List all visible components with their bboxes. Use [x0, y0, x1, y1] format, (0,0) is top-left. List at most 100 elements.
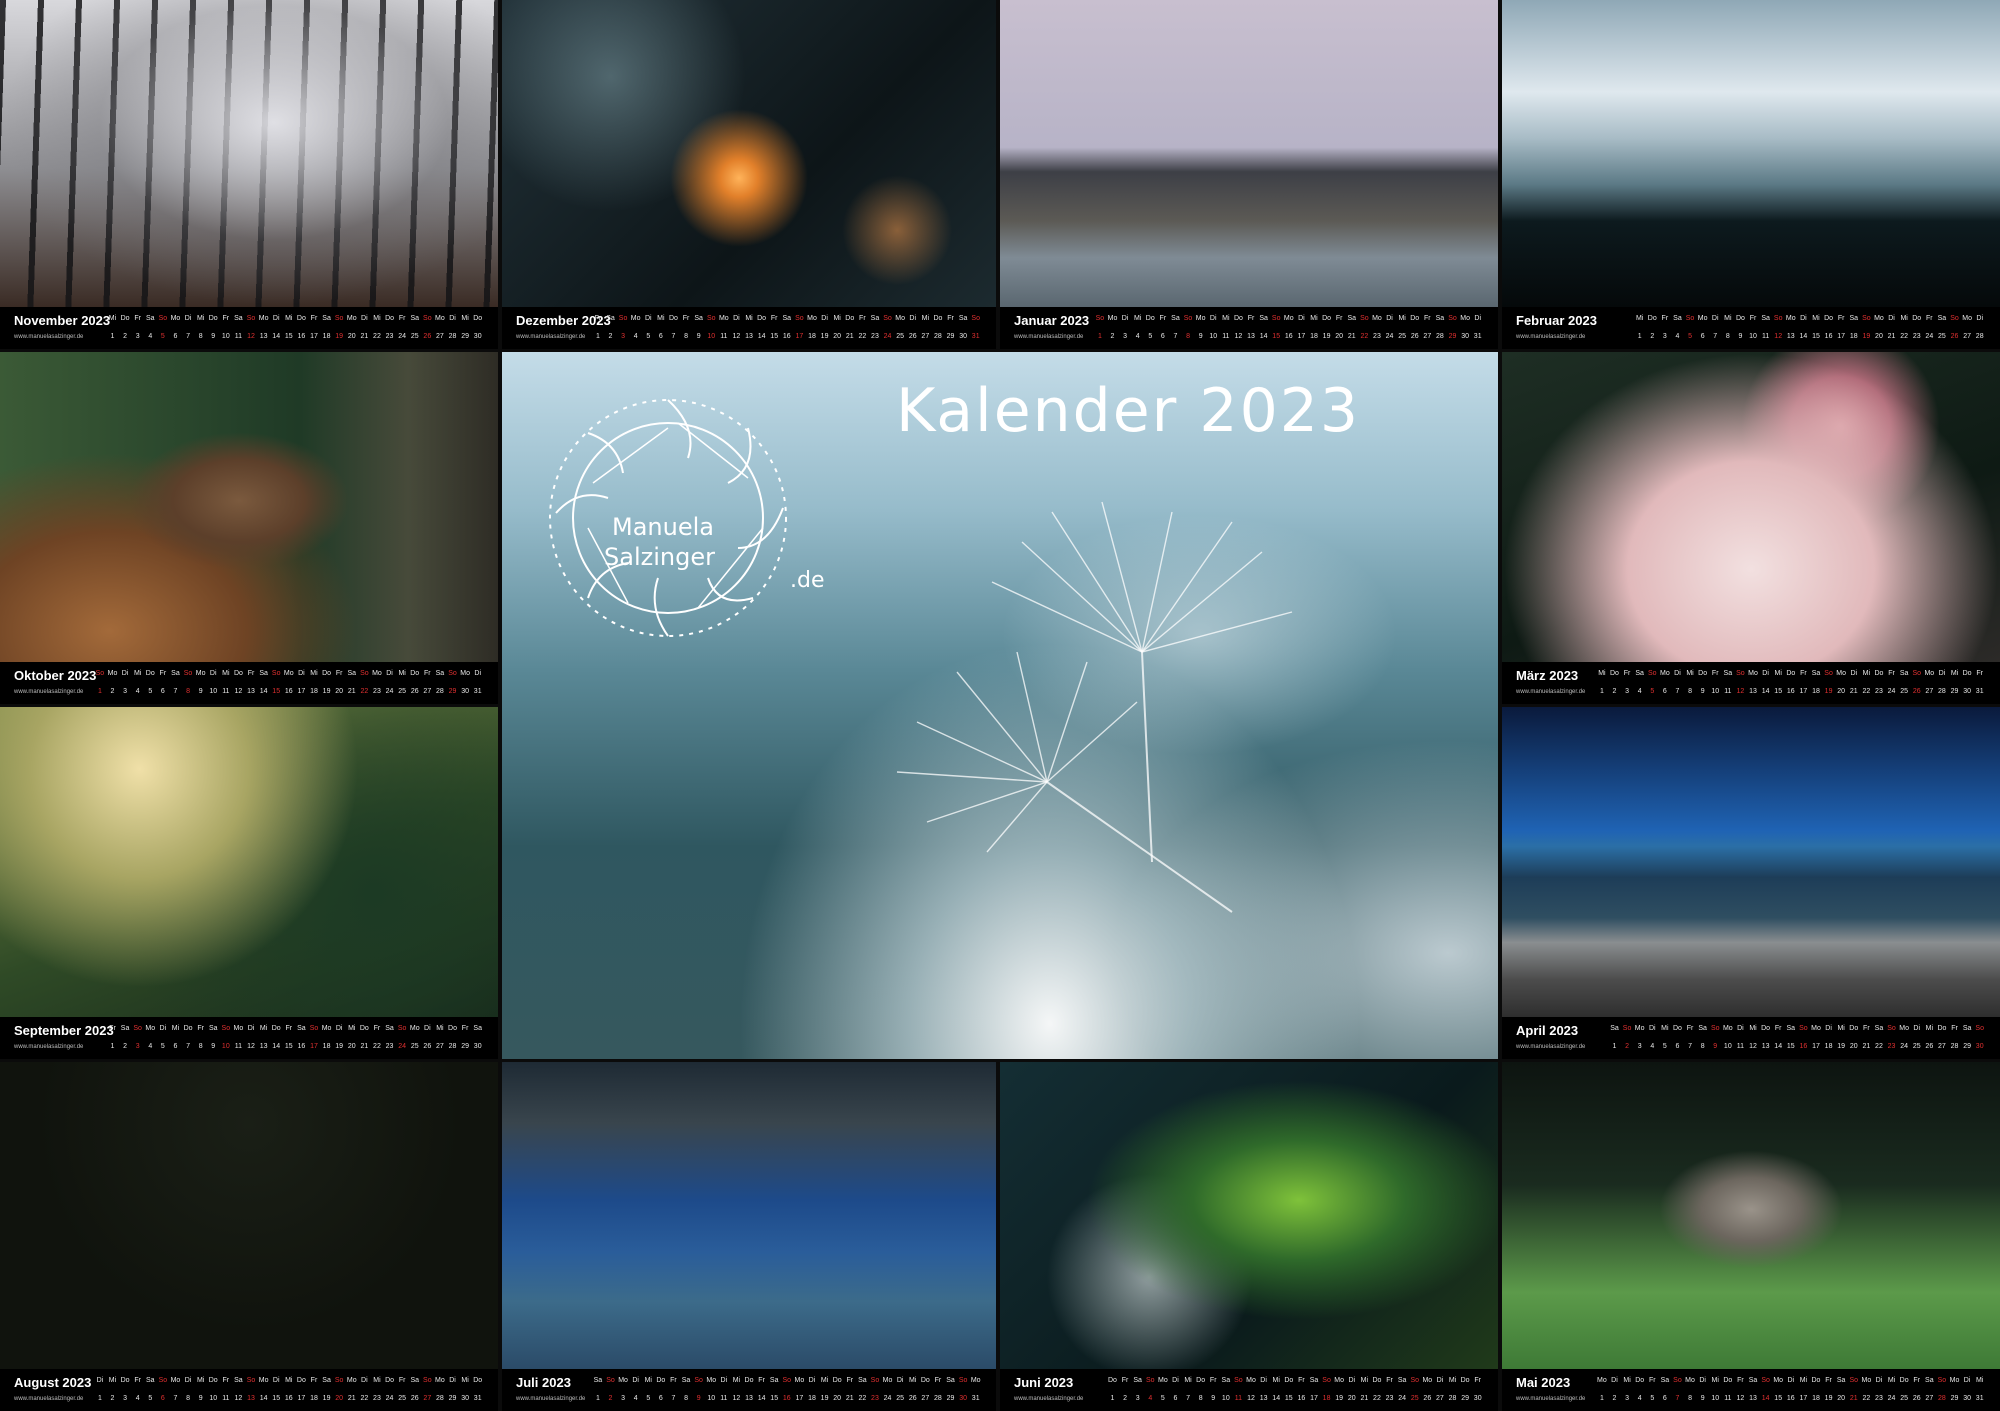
poplar-trees-photo [1000, 0, 1498, 307]
day-grid: Sa So Mo Di Mi Do Fr Sa So Mo Di Mi Do Fr Sa So Mo Di Mi Do… [592, 1376, 982, 1404]
weekday-label: Mo [283, 670, 294, 677]
day-number: 7 [1173, 333, 1178, 340]
month-tile-november: November 2023 www.manuelasalzinger.de Mi… [0, 0, 498, 349]
weekday-label: Mi [1133, 315, 1142, 322]
month-name: Februar 2023 [1516, 313, 1597, 328]
deer-photo [0, 352, 498, 662]
day-number: 20 [335, 1395, 344, 1402]
day-number: 28 [436, 1395, 444, 1402]
weekday-label: So [1234, 1377, 1243, 1384]
day-number: 14 [1259, 333, 1268, 340]
weekday-label: Do [832, 1377, 842, 1384]
day-number: 24 [398, 1043, 407, 1050]
day-number: 25 [1912, 1043, 1921, 1050]
weekday-label: So [1773, 315, 1783, 322]
weekday-label: Mo [718, 315, 729, 322]
day-number: 17 [795, 333, 804, 340]
day-number: 24 [883, 1395, 892, 1402]
day-grid: Mi Do Fr Sa So Mo Di Mi Do Fr Sa So Mo Di Mi Do Fr Sa So Mo… [1596, 669, 1986, 697]
day-number: 30 [1975, 1043, 1984, 1050]
weekday-label: Do [1698, 670, 1708, 677]
weekday-label: Sa [782, 315, 792, 322]
weekday-label: Fr [285, 1025, 293, 1032]
weekday-label: Mo [170, 1377, 181, 1384]
weekday-label: Sa [1874, 1025, 1884, 1032]
weekday-label: Sa [1698, 1025, 1707, 1032]
weekday-label: Mo [233, 1025, 244, 1032]
day-number: 29 [461, 333, 469, 340]
weekday-label: Mi [1635, 315, 1644, 322]
weekday-label: Mo [1899, 1025, 1909, 1032]
month-tile-august: August 2023 www.manuelasalzinger.de Di Mi… [0, 1062, 498, 1411]
day-number: 12 [1749, 1043, 1757, 1050]
weekday-label: Sa [1962, 1025, 1972, 1032]
weekday-label: Mo [145, 1025, 156, 1032]
weekday-label: Fr [594, 315, 602, 322]
weekday-label: Do [1460, 1377, 1470, 1384]
weekday-label: Do [1824, 315, 1834, 322]
day-number: 12 [1234, 333, 1243, 340]
weekday-label: Fr [310, 1377, 318, 1384]
weekday-label: Do [757, 315, 767, 322]
day-number: 24 [1385, 333, 1394, 340]
day-number: 14 [1774, 1043, 1783, 1050]
day-number: 27 [1938, 1043, 1946, 1050]
day-number: 6 [173, 1043, 178, 1050]
day-number: 5 [1650, 1395, 1655, 1402]
weekday-label: Fr [670, 1377, 677, 1384]
day-number: 12 [247, 1043, 255, 1050]
weekday-label: Fr [934, 1377, 942, 1384]
day-number: 1 [1097, 333, 1102, 340]
weekday-label: Mo [1949, 1377, 1960, 1384]
weekday-label: Do [145, 670, 155, 677]
day-number: 22 [373, 333, 381, 340]
day-number: 4 [148, 333, 153, 340]
day-number: 18 [310, 688, 318, 695]
day-number: 3 [135, 1043, 140, 1050]
weekday-label: Fr [1386, 1377, 1393, 1384]
day-number: 13 [247, 688, 255, 695]
day-number: 7 [173, 688, 178, 695]
day-number: 28 [448, 1043, 457, 1050]
website-url: www.manuelasalzinger.de [1516, 334, 1586, 340]
weekday-label: Mi [398, 670, 406, 677]
day-number: 12 [234, 1395, 243, 1402]
weekday-label: Fr [947, 315, 954, 322]
weekday-label: Sa [1899, 670, 1909, 677]
weekday-label: Sa [1171, 315, 1180, 322]
day-number: 16 [297, 333, 306, 340]
weekday-label: So [1824, 670, 1833, 677]
weekday-label: Sa [1836, 1377, 1846, 1384]
weekday-label: Di [1121, 315, 1129, 322]
weekday-label: Sa [120, 1025, 130, 1032]
day-number: 24 [1925, 333, 1934, 340]
day-number: 25 [896, 333, 905, 340]
day-number: 15 [1812, 333, 1820, 340]
date-row: 1 2 3 4 5 6 7 8 9 10 11 12 13 14 15 16 17 18 19 20 21 22 23 24 2… [592, 1394, 982, 1404]
month-tile-oktober: Oktober 2023 www.manuelasalzinger.de So M… [0, 352, 498, 704]
website-url: www.manuelasalzinger.de [14, 689, 84, 695]
day-number: 7 [1713, 333, 1718, 340]
day-number: 26 [423, 333, 432, 340]
day-number: 29 [1448, 333, 1457, 340]
weekday-label: So [1360, 315, 1369, 322]
weekday-label: Mi [1900, 315, 1908, 322]
weekday-label: Mi [657, 315, 665, 322]
weekday-label: Do [1811, 1377, 1821, 1384]
day-number: 23 [385, 333, 394, 340]
weekday-label: Mo [807, 315, 817, 322]
day-number: 25 [1900, 688, 1909, 695]
weekday-label: Mo [1659, 670, 1670, 677]
weekday-label: Fr [1737, 1377, 1744, 1384]
weekday-label: Fr [1774, 1025, 1782, 1032]
weekday-label: Do [845, 315, 855, 322]
day-number: 2 [110, 688, 115, 695]
day-number: 28 [934, 333, 942, 340]
day-number: 7 [1675, 1395, 1680, 1402]
weekday-label: So [1322, 1377, 1331, 1384]
month-tile-juli: Juli 2023 www.manuelasalzinger.de Sa So Mo… [502, 1062, 996, 1411]
day-number: 13 [259, 333, 268, 340]
day-number: 26 [1423, 1395, 1432, 1402]
day-number: 19 [1824, 688, 1833, 695]
weekday-label: Mo [107, 670, 118, 677]
